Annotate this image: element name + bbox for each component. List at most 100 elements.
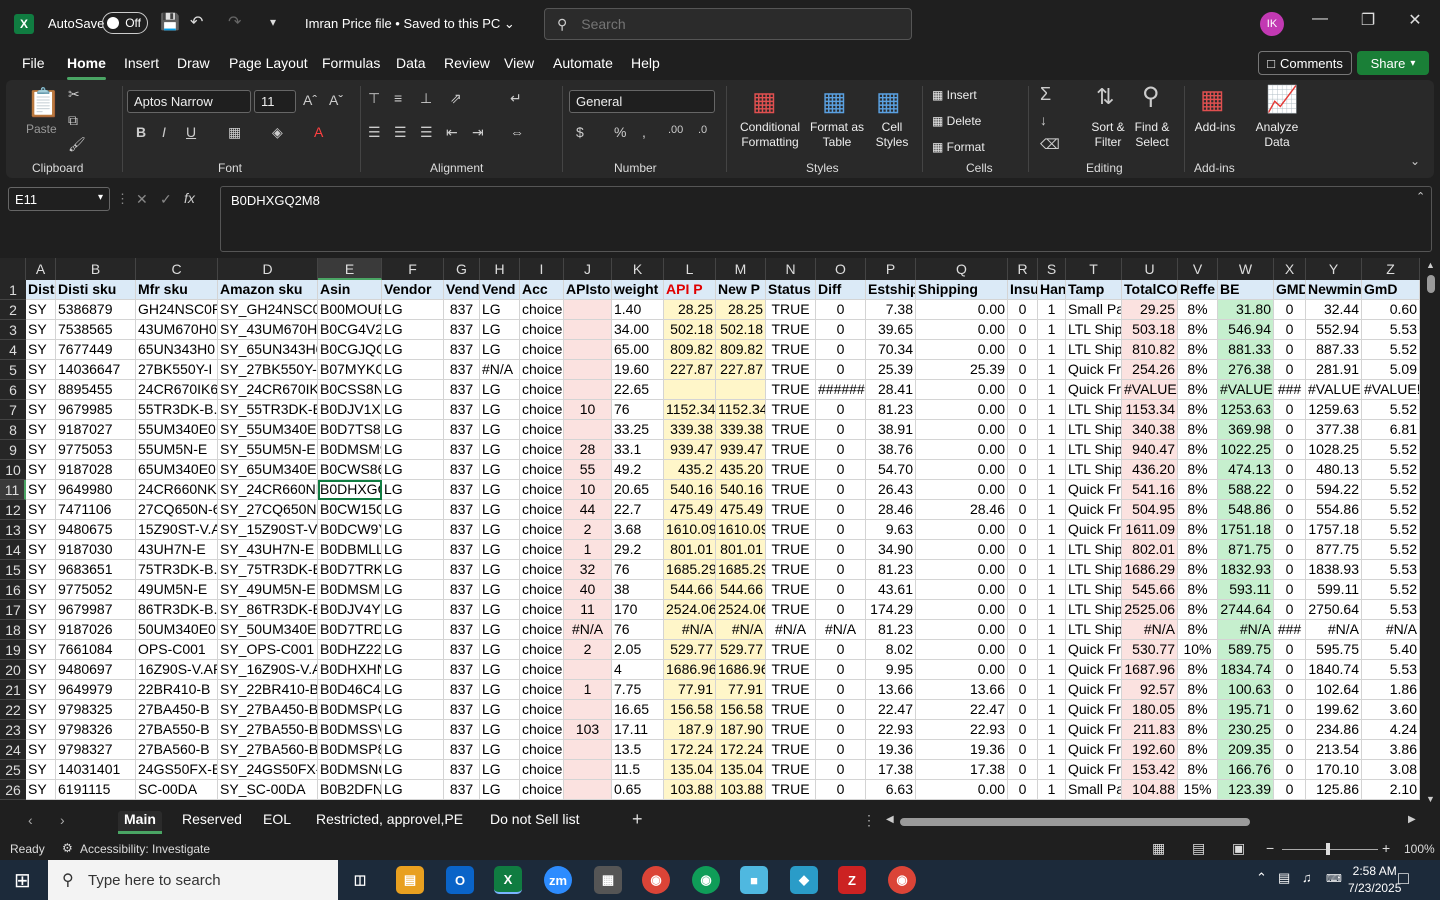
- row-header[interactable]: 19: [0, 640, 26, 660]
- cell-c[interactable]: 55TR3DK-B.M: [136, 400, 218, 420]
- cell-g[interactable]: 837: [444, 640, 480, 660]
- horizontal-scroll-thumb[interactable]: [900, 818, 1250, 826]
- cell-l[interactable]: 939.47: [664, 440, 716, 460]
- cell-b[interactable]: 9480675: [56, 520, 136, 540]
- cell-t[interactable]: Quick Fr: [1066, 380, 1122, 400]
- cell-q[interactable]: 17.38: [916, 760, 1008, 780]
- app-icon[interactable]: ■: [740, 866, 768, 894]
- cell-s[interactable]: 1: [1038, 620, 1066, 640]
- cell-z[interactable]: 0.60: [1362, 300, 1420, 320]
- cell-g[interactable]: 837: [444, 500, 480, 520]
- sheet-tab-restricted[interactable]: Restricted, approvel,PE: [316, 811, 463, 827]
- row-header[interactable]: 17: [0, 600, 26, 620]
- cell-m[interactable]: 502.18: [716, 320, 766, 340]
- cell-t[interactable]: LTL Ship: [1066, 580, 1122, 600]
- cell-i[interactable]: choice: [520, 680, 564, 700]
- cell-y[interactable]: 1838.93: [1306, 560, 1362, 580]
- cell-d[interactable]: SY_55UM5N-E: [218, 440, 318, 460]
- cell-i[interactable]: choice: [520, 440, 564, 460]
- row-header[interactable]: 10: [0, 460, 26, 480]
- cell-d[interactable]: SY_SC-00DA: [218, 780, 318, 800]
- cell-d[interactable]: SY_GH24NSC0R: [218, 300, 318, 320]
- column-header-t[interactable]: T: [1066, 258, 1122, 280]
- cell-b[interactable]: 9775052: [56, 580, 136, 600]
- cell-m[interactable]: 77.91: [716, 680, 766, 700]
- cell-z[interactable]: 3.86: [1362, 740, 1420, 760]
- cell-o[interactable]: 0: [816, 640, 866, 660]
- cell-j[interactable]: [564, 660, 612, 680]
- app-diamond-icon[interactable]: ◆: [790, 866, 818, 894]
- cell-t[interactable]: LTL Ship: [1066, 460, 1122, 480]
- cell-f[interactable]: LG: [382, 760, 444, 780]
- cell-d[interactable]: SY_55TR3DK-B.M: [218, 400, 318, 420]
- cell-q[interactable]: 0.00: [916, 300, 1008, 320]
- cell-w[interactable]: 593.11: [1218, 580, 1274, 600]
- cell-c[interactable]: 49UM5N-E: [136, 580, 218, 600]
- cell-j[interactable]: 10: [564, 480, 612, 500]
- cell-f[interactable]: LG: [382, 300, 444, 320]
- cancel-icon[interactable]: ✕: [136, 191, 148, 208]
- column-header-q[interactable]: Q: [916, 258, 1008, 280]
- cell-e[interactable]: B0DHZ226: [318, 640, 382, 660]
- cell-e[interactable]: B0DMSSV: [318, 720, 382, 740]
- cell-a[interactable]: SY: [26, 640, 56, 660]
- font-name-select[interactable]: Aptos Narrow: [127, 90, 251, 113]
- header-cell-n[interactable]: Status: [766, 280, 816, 300]
- cell-t[interactable]: Quick Fr: [1066, 520, 1122, 540]
- cell-k[interactable]: 20.65: [612, 480, 664, 500]
- cell-p[interactable]: 38.76: [866, 440, 916, 460]
- cell-x[interactable]: 0: [1274, 300, 1306, 320]
- notification-icon[interactable]: □: [1398, 868, 1409, 889]
- cell-h[interactable]: LG: [480, 700, 520, 720]
- cell-i[interactable]: choice: [520, 480, 564, 500]
- cell-v[interactable]: 8%: [1178, 580, 1218, 600]
- cell-u[interactable]: #N/A: [1122, 620, 1178, 640]
- row-header[interactable]: 26: [0, 780, 26, 800]
- cell-e[interactable]: B0D7TRD3: [318, 620, 382, 640]
- file-explorer-icon[interactable]: ▤: [396, 866, 424, 894]
- cell-m[interactable]: 1610.09: [716, 520, 766, 540]
- cell-j[interactable]: [564, 300, 612, 320]
- cell-k[interactable]: 13.5: [612, 740, 664, 760]
- align-middle-icon[interactable]: ≡: [394, 90, 402, 106]
- cell-r[interactable]: 0: [1008, 480, 1038, 500]
- column-header-g[interactable]: G: [444, 258, 480, 280]
- cell-j[interactable]: [564, 760, 612, 780]
- cell-j[interactable]: 1: [564, 540, 612, 560]
- cell-m[interactable]: 475.49: [716, 500, 766, 520]
- cell-g[interactable]: 837: [444, 440, 480, 460]
- cell-e[interactable]: B07MYKC2: [318, 360, 382, 380]
- cell-h[interactable]: LG: [480, 520, 520, 540]
- cell-l[interactable]: 435.2: [664, 460, 716, 480]
- cell-q[interactable]: 0.00: [916, 620, 1008, 640]
- cell-b[interactable]: 8895455: [56, 380, 136, 400]
- cell-b[interactable]: 9679985: [56, 400, 136, 420]
- cell-p[interactable]: 9.63: [866, 520, 916, 540]
- cell-c[interactable]: 50UM340E0U: [136, 620, 218, 640]
- cell-h[interactable]: LG: [480, 320, 520, 340]
- header-cell-c[interactable]: Mfr sku: [136, 280, 218, 300]
- cell-o[interactable]: 0: [816, 680, 866, 700]
- cell-v[interactable]: 8%: [1178, 320, 1218, 340]
- cell-o[interactable]: ######: [816, 380, 866, 400]
- cell-l[interactable]: 103.88: [664, 780, 716, 800]
- cell-u[interactable]: 1687.96: [1122, 660, 1178, 680]
- cell-k[interactable]: 22.65: [612, 380, 664, 400]
- cell-c[interactable]: 75TR3DK-B.M: [136, 560, 218, 580]
- row-header[interactable]: 2: [0, 300, 26, 320]
- find-select-icon[interactable]: ⚲: [1142, 82, 1160, 111]
- cell-l[interactable]: 529.77: [664, 640, 716, 660]
- cell-m[interactable]: 103.88: [716, 780, 766, 800]
- cell-p[interactable]: 81.23: [866, 620, 916, 640]
- cell-a[interactable]: SY: [26, 500, 56, 520]
- cell-x[interactable]: 0: [1274, 700, 1306, 720]
- cell-c[interactable]: 27BA550-B: [136, 720, 218, 740]
- cell-a[interactable]: SY: [26, 720, 56, 740]
- cell-l[interactable]: 809.82: [664, 340, 716, 360]
- font-color-icon[interactable]: A: [314, 124, 323, 140]
- menu-draw[interactable]: Draw: [177, 55, 210, 71]
- cell-o[interactable]: 0: [816, 300, 866, 320]
- cell-r[interactable]: 0: [1008, 380, 1038, 400]
- cell-j[interactable]: 10: [564, 400, 612, 420]
- menu-insert[interactable]: Insert: [124, 55, 159, 71]
